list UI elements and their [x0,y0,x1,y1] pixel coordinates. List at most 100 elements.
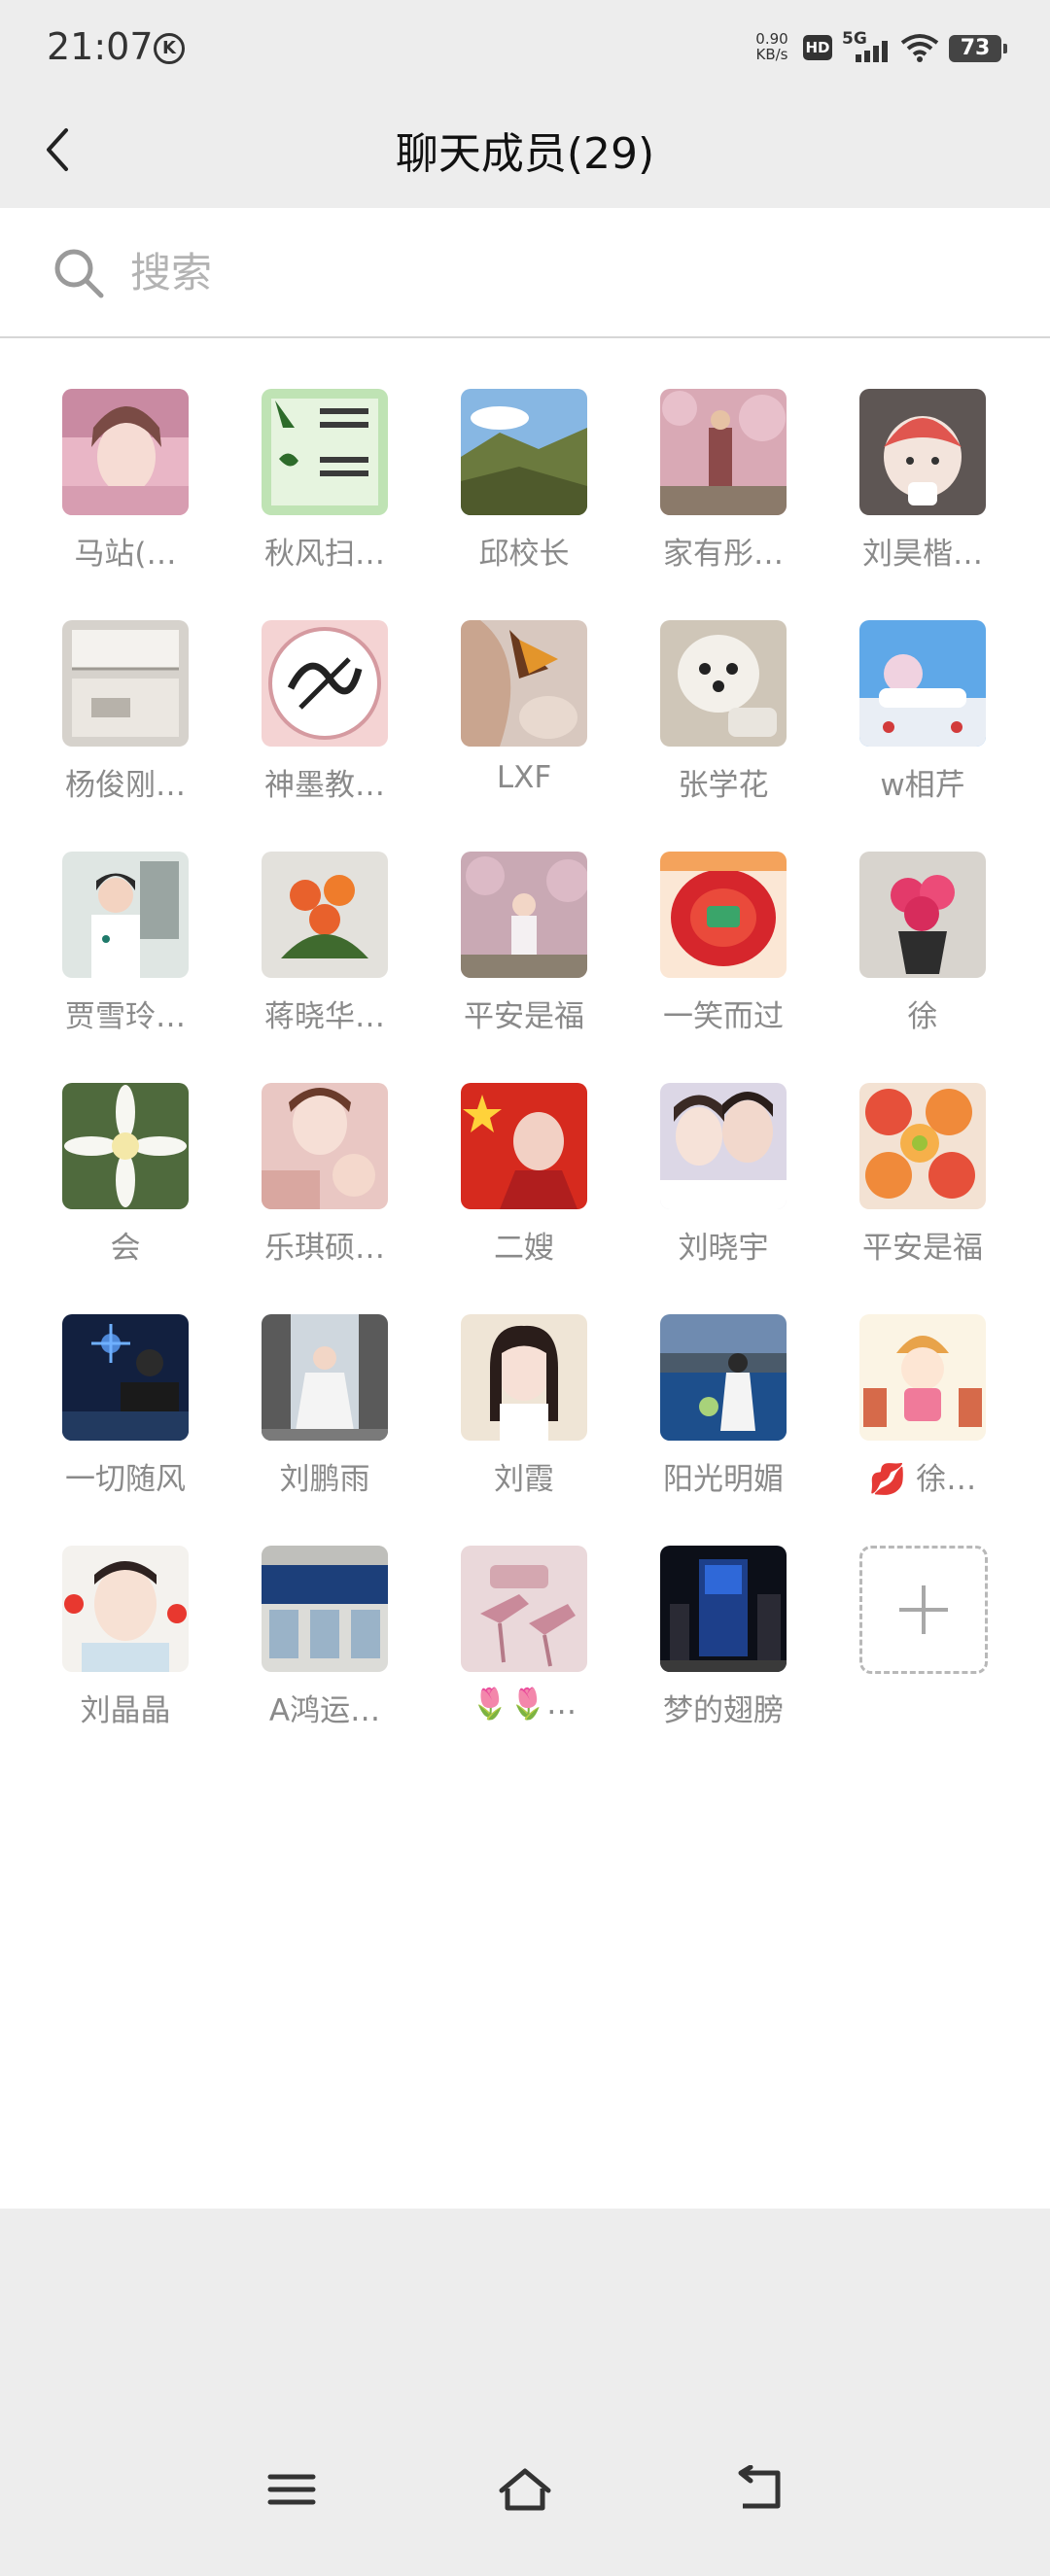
member-item[interactable]: LXF [418,620,617,852]
member-item[interactable]: 蒋晓华… [219,852,418,1083]
avatar [262,1546,388,1672]
add-member-box[interactable] [859,1546,988,1674]
member-item[interactable]: 平安是福 [817,1083,1016,1314]
member-name: 平安是福 [464,999,584,1034]
members-panel: 马站(… 秋风扫… 邱校长 家有彤… 刘昊楷… 杨俊刚… 神墨教… LXF 张学… [0,338,1050,2209]
member-item[interactable]: 💋 徐… [817,1314,1016,1546]
member-item[interactable]: 贾雪玲… [19,852,219,1083]
member-item[interactable]: 马站(… [19,389,219,620]
member-name: 平安是福 [862,1231,983,1266]
home-icon [499,2468,551,2511]
member-item[interactable]: 刘霞 [418,1314,617,1546]
member-item[interactable]: 秋风扫… [219,389,418,620]
avatar [62,620,189,747]
member-item[interactable]: 刘昊楷… [817,389,1016,620]
avatar [62,1546,189,1672]
home-button[interactable] [496,2465,554,2514]
member-item[interactable]: 神墨教… [219,620,418,852]
member-item[interactable]: 刘晓宇 [617,1083,817,1314]
system-back-button[interactable] [729,2464,788,2514]
member-item[interactable]: 一切随风 [19,1314,219,1546]
plus-icon [899,1585,948,1634]
member-name: 杨俊刚… [65,768,186,803]
add-member-button[interactable] [817,1546,1016,1777]
member-item[interactable]: 徐 [817,852,1016,1083]
member-item[interactable]: 梦的翅膀 [617,1546,817,1777]
member-name: 💋 徐… [868,1462,977,1497]
member-name: 马站(… [74,537,177,572]
avatar [262,1083,388,1209]
member-name: 刘霞 [494,1462,554,1497]
member-name: 家有彤… [663,537,784,572]
member-item[interactable]: w相芹 [817,620,1016,852]
member-name: 乐琪硕… [264,1231,385,1266]
avatar [660,1314,787,1441]
member-item[interactable]: 二嫂 [418,1083,617,1314]
member-name: 蒋晓华… [264,999,385,1034]
member-item[interactable]: 会 [19,1083,219,1314]
member-name: 刘昊楷… [862,537,983,572]
member-item[interactable]: 刘晶晶 [19,1546,219,1777]
avatar [461,1314,587,1441]
member-item[interactable]: 🌷🌷… [418,1546,617,1777]
avatar [859,1314,986,1441]
status-time: 21:07 [47,25,154,68]
member-name: 邱校长 [478,537,570,572]
menu-button[interactable] [262,2465,321,2514]
status-bar: 21:07 K 0.90 KB/s HD 5G 73 [0,0,1050,97]
network-speed-unit: KB/s [755,46,788,63]
avatar [262,389,388,515]
member-name: 会 [110,1231,141,1266]
member-name: 刘晶晶 [80,1693,171,1728]
avatar [262,852,388,978]
avatar [62,852,189,978]
avatar [660,389,787,515]
member-item[interactable]: A鸿运… [219,1546,418,1777]
member-name: 神墨教… [264,768,385,803]
search-bar[interactable] [0,208,1050,338]
member-name: 张学花 [678,768,769,803]
search-icon [54,249,104,298]
member-name: LXF [496,760,552,795]
avatar [660,852,787,978]
member-name: 🌷🌷… [471,1687,578,1722]
member-item[interactable]: 一笑而过 [617,852,817,1083]
avatar [660,1083,787,1209]
menu-icon [267,2474,316,2505]
avatar [461,852,587,978]
member-item[interactable]: 家有彤… [617,389,817,620]
member-name: 秋风扫… [264,537,385,572]
screen: 21:07 K 0.90 KB/s HD 5G 73 聊天成员(29) 搜索 马… [0,0,1050,2576]
member-name: 刘鹏雨 [279,1462,370,1497]
signal-icon [856,41,888,62]
member-name: 一笑而过 [663,999,784,1034]
member-grid: 马站(… 秋风扫… 邱校长 家有彤… 刘昊楷… 杨俊刚… 神墨教… LXF 张学… [19,389,1016,1777]
avatar [660,620,787,747]
network-speed: 0.90 KB/s [751,31,793,62]
member-name: w相芹 [880,768,965,803]
avatar [461,389,587,515]
system-nav-bar [0,2209,1050,2576]
member-item[interactable]: 刘鹏雨 [219,1314,418,1546]
member-name: 一切随风 [65,1462,186,1497]
avatar [62,1083,189,1209]
avatar [461,620,587,747]
back-arrow-icon [738,2464,781,2509]
avatar [859,389,986,515]
member-item[interactable]: 平安是福 [418,852,617,1083]
avatar [62,1314,189,1441]
member-item[interactable]: 邱校长 [418,389,617,620]
avatar [62,389,189,515]
battery-icon: 73 [949,35,1007,62]
member-item[interactable]: 杨俊刚… [19,620,219,852]
avatar [660,1546,787,1672]
search-input[interactable] [128,237,988,307]
k-badge-icon: K [154,33,185,64]
member-item[interactable]: 张学花 [617,620,817,852]
member-name: 刘晓宇 [678,1231,769,1266]
avatar [859,620,986,747]
member-item[interactable]: 阳光明媚 [617,1314,817,1546]
member-item[interactable]: 乐琪硕… [219,1083,418,1314]
hd-icon: HD [803,35,832,60]
wifi-icon [900,34,939,62]
